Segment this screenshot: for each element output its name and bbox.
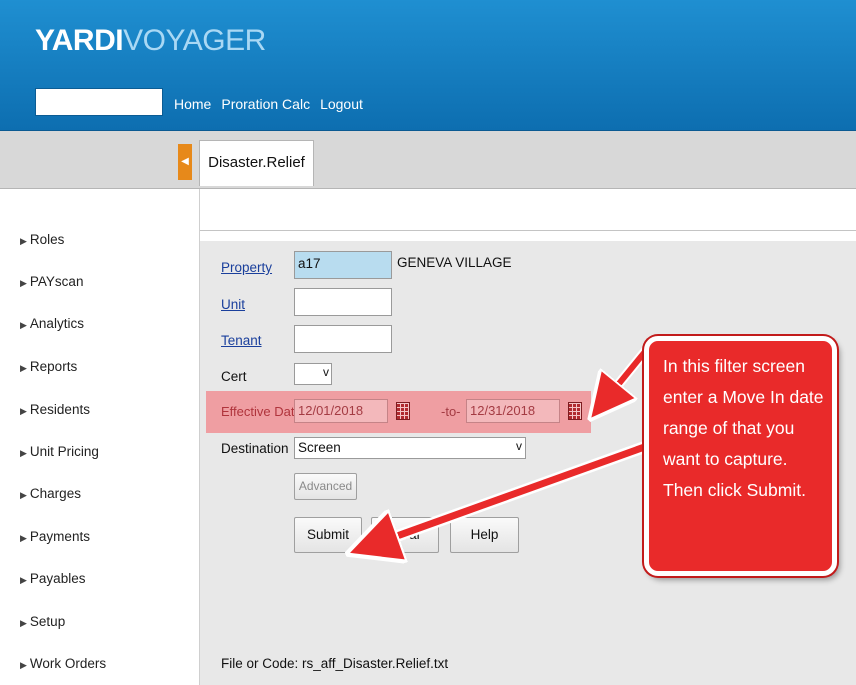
advanced-button[interactable]: Advanced (294, 473, 357, 500)
calendar-icon[interactable] (568, 402, 582, 420)
unit-link[interactable]: Unit (221, 297, 245, 312)
sidebar-item-charges[interactable]: ▶ Charges (20, 486, 81, 501)
sidebar-item-label: Reports (29, 359, 78, 374)
sidebar-item-reports[interactable]: ▶ Reports (20, 359, 77, 374)
sidebar-item-label: Roles (29, 232, 65, 247)
sidebar-item-payables[interactable]: ▶ Payables (20, 571, 85, 586)
sidebar-item-work-orders[interactable]: ▶ Work Orders (20, 656, 106, 671)
caret-right-icon: ▶ (20, 236, 27, 246)
caret-right-icon: ▶ (20, 320, 27, 330)
collapse-sidebar-button[interactable]: ◀ (178, 144, 192, 180)
caret-right-icon: ▶ (20, 278, 27, 288)
file-code-text: File or Code: rs_aff_Disaster.Relief.txt (221, 656, 449, 671)
sidebar-item-label: Payables (29, 571, 86, 586)
caret-right-icon: ▶ (20, 363, 27, 373)
caret-right-icon: ▶ (20, 490, 27, 500)
tenant-input[interactable] (294, 325, 392, 353)
yardi-voyager-logo: YARDIVOYAGER (35, 24, 266, 58)
sidebar-item-label: PAYscan (29, 274, 84, 289)
tab-bar (0, 131, 856, 189)
sidebar-item-label: Residents (29, 402, 90, 417)
nav-logout-link[interactable]: Logout (320, 96, 363, 112)
caret-right-icon: ▶ (20, 618, 27, 628)
tab-disaster-relief[interactable]: Disaster.Relief (199, 140, 314, 186)
submit-button[interactable]: Submit (294, 517, 362, 553)
top-nav: Home Proration Calc Logout (174, 96, 363, 112)
caret-right-icon: ▶ (20, 406, 27, 416)
chevron-down-icon: v (323, 365, 329, 379)
cert-label: Cert (221, 369, 247, 384)
effective-date-label: Effective Date (221, 404, 302, 419)
caret-right-icon: ▶ (20, 575, 27, 585)
destination-label: Destination (221, 441, 289, 456)
app-header: YARDIVOYAGER Home Proration Calc Logout (0, 0, 856, 131)
caret-right-icon: ▶ (20, 533, 27, 543)
unit-input[interactable] (294, 288, 392, 316)
sidebar-item-payments[interactable]: ▶ Payments (20, 529, 90, 544)
caret-right-icon: ▶ (20, 448, 27, 458)
sidebar-item-label: Work Orders (29, 656, 107, 671)
sidebar-item-label: Charges (29, 486, 81, 501)
sidebar-item-analytics[interactable]: ▶ Analytics (20, 316, 84, 331)
cert-select[interactable]: v (294, 363, 332, 385)
sidebar-item-label: Unit Pricing (29, 444, 99, 459)
brand-light: VOYAGER (123, 24, 266, 57)
property-input[interactable]: a17 (294, 251, 392, 279)
caret-right-icon: ▶ (20, 660, 27, 670)
nav-proration-calc-link[interactable]: Proration Calc (221, 96, 310, 112)
help-button[interactable]: Help (450, 517, 519, 553)
sidebar-item-payscan[interactable]: ▶ PAYscan (20, 274, 83, 289)
sidebar-item-unit-pricing[interactable]: ▶ Unit Pricing (20, 444, 99, 459)
property-name-text: GENEVA VILLAGE (397, 255, 512, 270)
sidebar-item-setup[interactable]: ▶ Setup (20, 614, 65, 629)
tenant-link[interactable]: Tenant (221, 333, 262, 348)
date-from-input[interactable]: 12/01/2018 (294, 399, 388, 423)
date-to-label: -to- (441, 404, 461, 419)
date-to-input[interactable]: 12/31/2018 (466, 399, 560, 423)
content-toolbar-strip (200, 189, 856, 231)
sidebar-item-roles[interactable]: ▶ Roles (20, 232, 64, 247)
sidebar-item-label: Analytics (29, 316, 84, 331)
instruction-callout: In this filter screen enter a Move In da… (644, 336, 837, 576)
user-name-box (35, 88, 163, 116)
clear-button[interactable]: Clear (371, 517, 439, 553)
sidebar-item-residents[interactable]: ▶ Residents (20, 402, 90, 417)
nav-home-link[interactable]: Home (174, 96, 211, 112)
sidebar-menu: ▶ Roles ▶ PAYscan ▶ Analytics ▶ Reports ▶ Res… (0, 189, 200, 685)
destination-select[interactable]: Screen v (294, 437, 526, 459)
calendar-icon[interactable] (396, 402, 410, 420)
property-link[interactable]: Property (221, 260, 272, 275)
sidebar-item-label: Setup (29, 614, 66, 629)
brand-bold: YARDI (35, 24, 124, 57)
chevron-down-icon: v (516, 439, 522, 453)
destination-value: Screen (298, 440, 341, 455)
sidebar-item-label: Payments (29, 529, 90, 544)
